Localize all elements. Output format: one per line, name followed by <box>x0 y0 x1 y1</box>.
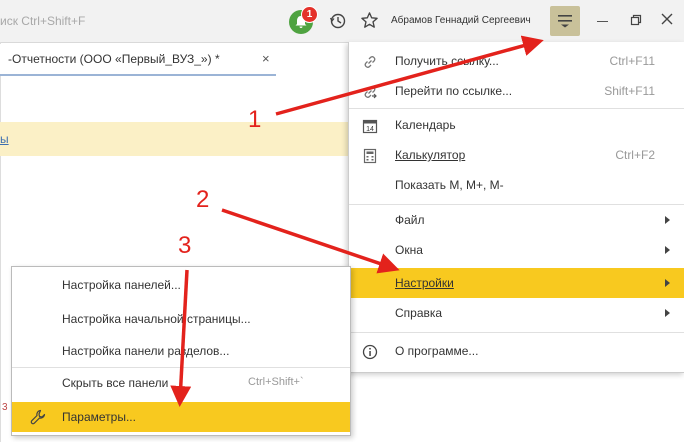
menu-separator <box>349 332 684 333</box>
submenu-arrow-icon <box>665 246 670 254</box>
menu-item-calculator[interactable]: Калькулятор Ctrl+F2 <box>349 140 684 170</box>
star-icon[interactable] <box>360 11 379 33</box>
menu-item-about[interactable]: О программе... <box>349 336 684 366</box>
notification-badge: 1 <box>301 6 318 23</box>
menu-item-goto-link[interactable]: Перейти по ссылке... Shift+F11 <box>349 76 684 106</box>
step-3-label: 3 <box>178 232 192 259</box>
notifications-button[interactable]: 1 <box>289 6 318 34</box>
settings-submenu: Настройка панелей... Настройка начальной… <box>11 266 351 436</box>
step-2-label: 2 <box>196 186 210 213</box>
calculator-icon <box>362 148 378 167</box>
tab-close-icon[interactable]: × <box>262 51 270 66</box>
menu-item-help[interactable]: Справка <box>349 298 684 328</box>
menu-item-show-memory[interactable]: Показать M, M+, M- <box>349 170 684 200</box>
svg-text:14: 14 <box>366 126 374 133</box>
menu-item-get-link[interactable]: Получить ссылку... Ctrl+F11 <box>349 46 684 76</box>
submenu-arrow-icon <box>665 216 670 224</box>
menu-separator <box>349 108 684 109</box>
window-border <box>0 42 1 442</box>
document-tab[interactable]: -Отчетности (ООО «Первый_ВУЗ_») * × <box>0 44 276 76</box>
hamburger-icon <box>558 15 572 28</box>
submenu-item-parameters[interactable]: Параметры... <box>12 402 350 432</box>
submenu-arrow-icon <box>665 309 670 317</box>
goto-link-icon <box>362 84 378 103</box>
history-icon[interactable] <box>329 12 347 33</box>
document-link[interactable]: ы <box>0 132 9 146</box>
restore-icon[interactable] <box>630 14 642 29</box>
menu-item-settings[interactable]: Настройки <box>349 268 684 298</box>
tab-label: -Отчетности (ООО «Первый_ВУЗ_») * <box>8 52 220 66</box>
search-input[interactable]: иск Ctrl+Shift+F <box>0 14 85 28</box>
submenu-item-panels[interactable]: Настройка панелей... <box>12 270 350 300</box>
background-text: 3 <box>2 402 8 413</box>
link-icon <box>362 54 378 73</box>
submenu-arrow-icon <box>665 279 670 287</box>
submenu-item-hide-panels[interactable]: Скрыть все панели Ctrl+Shift+` <box>12 368 350 398</box>
step-1-label: 1 <box>248 106 262 133</box>
top-bar: иск Ctrl+Shift+F 1 Абрамов Геннадий Серг… <box>0 0 684 43</box>
user-name[interactable]: Абрамов Геннадий Сергеевич <box>391 15 531 26</box>
calendar-icon: 14 <box>362 118 378 137</box>
menu-item-windows[interactable]: Окна <box>349 235 684 265</box>
info-icon <box>362 344 378 363</box>
highlighted-row <box>0 122 350 156</box>
menu-item-calendar[interactable]: 14 Календарь <box>349 110 684 140</box>
main-menu-dropdown: Получить ссылку... Ctrl+F11 Перейти по с… <box>348 42 684 373</box>
wrench-icon <box>30 409 46 428</box>
main-menu-button[interactable] <box>550 6 580 36</box>
minimize-icon[interactable] <box>597 21 608 22</box>
submenu-item-sections-panel[interactable]: Настройка панели разделов... <box>12 336 350 366</box>
close-icon[interactable] <box>660 12 674 29</box>
menu-item-file[interactable]: Файл <box>349 205 684 235</box>
submenu-item-start-page[interactable]: Настройка начальной страницы... <box>12 304 350 334</box>
